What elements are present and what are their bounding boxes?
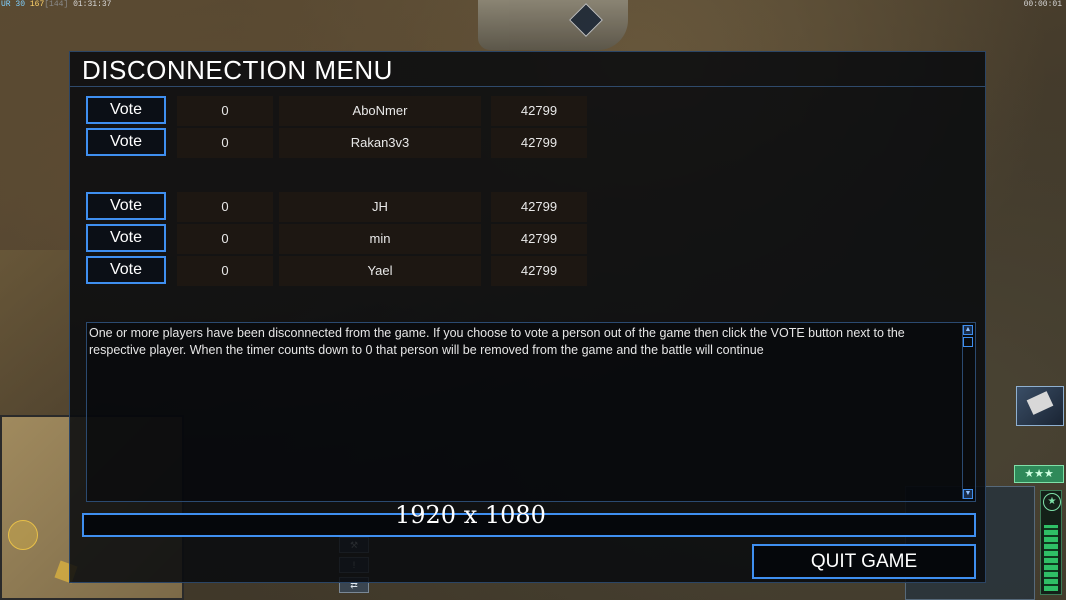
player-ping: 42799	[491, 128, 587, 158]
top-hud-stats: UR 30 167[144] 01:31:37	[1, 0, 111, 10]
player-timer: 0	[177, 256, 273, 286]
player-ping: 42799	[491, 192, 587, 222]
player-timer: 0	[177, 96, 273, 126]
power-meter-fill	[1044, 524, 1058, 591]
hud-ur-value: 30	[15, 0, 26, 9]
player-timer: 0	[177, 224, 273, 254]
player-name: Rakan3v3	[279, 128, 481, 158]
hud-ur-label: UR	[1, 0, 11, 9]
power-star-icon: ★	[1043, 493, 1061, 511]
hud-cap-value: 167	[29, 0, 45, 9]
player-timer: 0	[177, 128, 273, 158]
player-name: min	[279, 224, 481, 254]
player-ping: 42799	[491, 256, 587, 286]
satellite-unit-icon[interactable]	[1016, 386, 1064, 426]
hud-right-timer: 00:00:01	[1023, 0, 1062, 9]
power-meter: ★	[1040, 490, 1062, 595]
hud-game-time: 01:31:37	[73, 0, 112, 9]
vote-button[interactable]: Vote	[86, 128, 166, 156]
dialog-title: DISCONNECTION MENU	[82, 55, 393, 85]
player-timer: 0	[177, 192, 273, 222]
player-ping: 42799	[491, 224, 587, 254]
player-name: Yael	[279, 256, 481, 286]
vote-button[interactable]: Vote	[86, 96, 166, 124]
disconnection-message: One or more players have been disconnect…	[89, 326, 905, 357]
vote-button[interactable]: Vote	[86, 224, 166, 252]
resolution-overlay: 1920 x 1080	[395, 501, 546, 529]
vote-button[interactable]: Vote	[86, 192, 166, 220]
minimap-base-marker	[8, 520, 38, 550]
player-ping: 42799	[491, 96, 587, 126]
title-divider	[70, 86, 985, 87]
rank-star-icon: ★★★	[1014, 465, 1064, 483]
scroll-down-icon[interactable]: ▼	[963, 489, 973, 499]
quit-game-button[interactable]: QUIT GAME	[752, 544, 976, 579]
message-box: One or more players have been disconnect…	[86, 322, 976, 502]
world-building	[478, 0, 628, 50]
scroll-up-icon[interactable]: ▲	[963, 325, 973, 335]
player-name: JH	[279, 192, 481, 222]
player-name: AboNmer	[279, 96, 481, 126]
vote-button[interactable]: Vote	[86, 256, 166, 284]
hud-cap-max: [144]	[44, 0, 69, 9]
message-scrollbar[interactable]: ▲ ▼	[962, 325, 973, 499]
world-terrain	[0, 250, 70, 420]
scroll-thumb[interactable]	[963, 337, 973, 347]
